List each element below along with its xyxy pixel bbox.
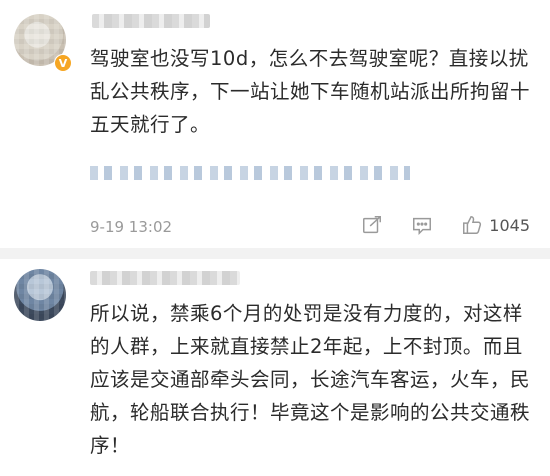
comment-button[interactable] — [411, 214, 433, 236]
comment-text: 驾驶室也没写10d，怎么不去驾驶室呢？直接以扰乱公共秩序，下一站让她下车随机站派… — [90, 47, 531, 136]
verified-badge: V — [54, 54, 72, 72]
username-redacted[interactable] — [92, 14, 210, 28]
comment-card: 所以说，禁乘6个月的处罚是没有力度的，对这样的人群，上来就直接禁止2年起，上不封… — [0, 259, 550, 476]
comment-divider — [0, 248, 550, 259]
share-icon — [363, 216, 382, 234]
comment-text: 所以说，禁乘6个月的处罚是没有力度的，对这样的人群，上来就直接禁止2年起，上不封… — [90, 302, 531, 457]
avatar-mosaic — [14, 269, 66, 321]
share-button[interactable] — [361, 214, 383, 236]
like-button[interactable]: 1045 — [461, 214, 530, 236]
comment-icon — [413, 217, 432, 236]
like-count: 1045 — [489, 215, 530, 235]
comment-actions: 1045 — [333, 214, 530, 236]
redacted-link[interactable] — [90, 166, 410, 180]
avatar[interactable] — [14, 269, 66, 321]
thumbs-up-icon — [463, 216, 482, 234]
comment-timestamp: 9-19 13:02 — [90, 218, 173, 236]
username-redacted[interactable] — [90, 271, 240, 285]
comment-card: V 驾驶室也没写10d，怎么不去驾驶室呢？直接以扰乱公共秩序，下一站让她下车随机… — [0, 0, 550, 248]
